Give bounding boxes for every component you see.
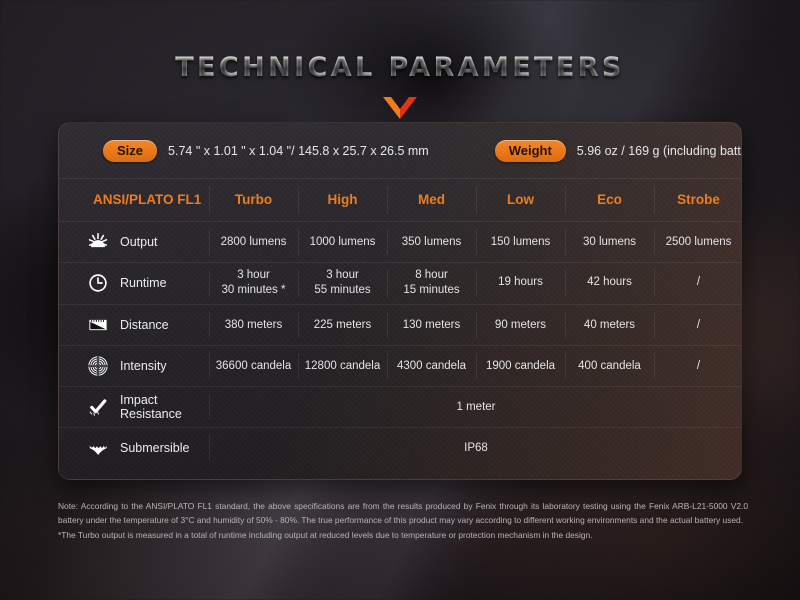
cell-intensity-turbo: 36600 candela (209, 345, 298, 387)
impact-drop-icon (89, 398, 107, 416)
row-label-text: Distance (120, 317, 169, 332)
cell-output-high: 1000 lumens (298, 221, 387, 263)
table-row: Runtime 3 hour 30 minutes * 3 hour 55 minu… (59, 262, 741, 305)
size-value: 5.74 " x 1.01 " x 1.04 "/ 145.8 x 25.7 x… (168, 143, 429, 158)
table-row: Distance 380 meters 225 meters 130 meter… (59, 304, 741, 346)
water-splash-icon (89, 445, 107, 455)
cell-runtime-med: 8 hour 15 minutes (387, 262, 476, 305)
cell-distance-med: 130 meters (387, 304, 476, 346)
table-row: Submersible IP68 (59, 427, 741, 468)
cell-distance-eco: 40 meters (565, 304, 654, 346)
specifications-table: ANSI/PLATO FL1 Turbo High Med Low Eco St… (59, 179, 741, 468)
footnote: Note: According to the ANSI/PLATO FL1 st… (58, 500, 748, 543)
row-label-text: Impact Resistance (120, 392, 182, 421)
cell-distance-high: 225 meters (298, 304, 387, 346)
cell-output-low: 150 lumens (476, 221, 565, 263)
size-weight-row: Size 5.74 " x 1.01 " x 1.04 "/ 145.8 x 2… (59, 123, 741, 179)
row-label-text: Submersible (120, 440, 190, 455)
weight-value: 5.96 oz / 169 g (including battery) (576, 143, 741, 158)
cell-intensity-strobe: / (654, 345, 741, 387)
cell-distance-low: 90 meters (476, 304, 565, 346)
row-label-text: Intensity (120, 358, 167, 373)
cell-intensity-med: 4300 candela (387, 345, 476, 387)
row-label-output: Output (59, 221, 209, 263)
cell-runtime-low: 19 hours (476, 262, 565, 305)
cell-distance-strobe: / (654, 304, 741, 346)
beam-distance-icon (89, 319, 107, 330)
cell-impact-resistance-value: 1 meter (209, 386, 741, 428)
page-title: TECHNICAL PARAMETERS (0, 52, 800, 83)
cell-runtime-high: 3 hour 55 minutes (298, 262, 387, 305)
table-row: Impact Resistance 1 meter (59, 386, 741, 428)
cell-output-eco: 30 lumens (565, 221, 654, 263)
cell-distance-turbo: 380 meters (209, 304, 298, 346)
row-label-text: Output (120, 234, 158, 249)
cell-submersible-value: IP68 (209, 427, 741, 468)
table-row: Intensity 36600 candela 12800 candela 43… (59, 345, 741, 387)
column-header-standard: ANSI/PLATO FL1 (59, 179, 209, 222)
row-label-runtime: Runtime (59, 262, 209, 305)
chevron-down-icon (383, 97, 417, 119)
weight-badge: Weight (494, 139, 566, 162)
column-header-high: High (298, 179, 387, 222)
cell-runtime-eco: 42 hours (565, 262, 654, 305)
footnote-line-1: Note: According to the ANSI/PLATO FL1 st… (58, 501, 748, 525)
target-intensity-icon (88, 355, 108, 376)
footnote-line-2: *The Turbo output is measured in a total… (58, 530, 593, 541)
table-row: Output 2800 lumens 1000 lumens 350 lumen… (59, 221, 741, 263)
cell-intensity-high: 12800 candela (298, 345, 387, 387)
row-label-impact-resistance: Impact Resistance (59, 386, 209, 428)
cell-intensity-eco: 400 candela (565, 345, 654, 387)
column-header-turbo: Turbo (209, 179, 298, 222)
cell-runtime-strobe: / (654, 262, 741, 305)
row-label-text: Runtime (120, 276, 167, 290)
row-label-submersible: Submersible (59, 427, 209, 468)
cell-runtime-turbo: 3 hour 30 minutes * (209, 262, 298, 305)
table-header-row: ANSI/PLATO FL1 Turbo High Med Low Eco St… (59, 179, 741, 222)
cell-output-strobe: 2500 lumens (654, 221, 741, 263)
page-heading: TECHNICAL PARAMETERS (0, 52, 800, 119)
spec-panel: Size 5.74 " x 1.01 " x 1.04 "/ 145.8 x 2… (58, 122, 742, 480)
cell-output-med: 350 lumens (387, 221, 476, 263)
cell-intensity-low: 1900 candela (476, 345, 565, 387)
clock-icon (89, 274, 107, 292)
cell-output-turbo: 2800 lumens (209, 221, 298, 263)
column-header-strobe: Strobe (654, 179, 741, 222)
size-badge: Size (103, 139, 158, 162)
column-header-eco: Eco (565, 179, 654, 222)
row-label-distance: Distance (59, 304, 209, 346)
row-label-intensity: Intensity (59, 345, 209, 387)
sunburst-icon (88, 232, 108, 247)
column-header-low: Low (476, 179, 565, 222)
column-header-med: Med (387, 179, 476, 222)
